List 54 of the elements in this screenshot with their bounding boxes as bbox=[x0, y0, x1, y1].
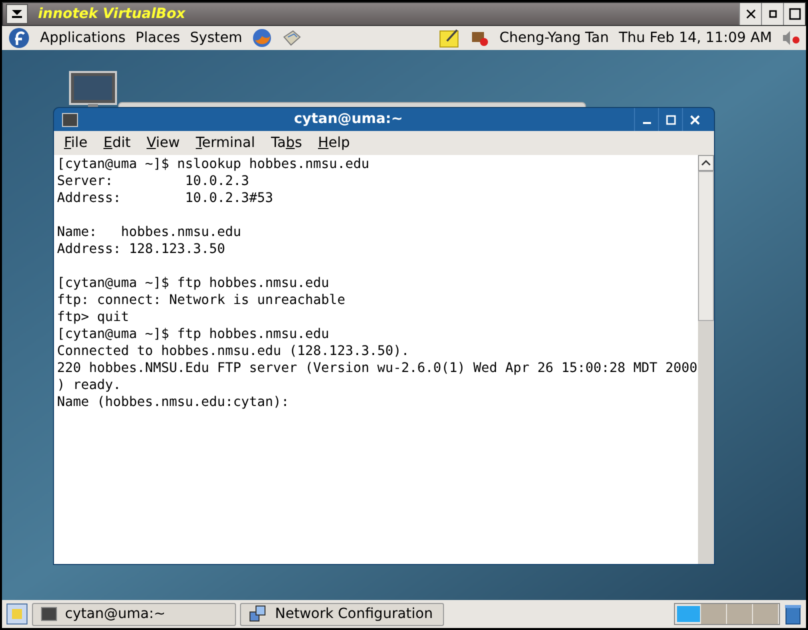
panel-menu[interactable]: Applications bbox=[40, 28, 126, 48]
close-icon bbox=[688, 114, 700, 126]
terminal-line: ftp: connect: Network is unreachable bbox=[57, 292, 346, 309]
caret-icon bbox=[12, 10, 22, 18]
computer-icon[interactable] bbox=[68, 70, 118, 110]
terminal-line: Connected to hobbes.nmsu.edu (128.123.3.50). bbox=[57, 343, 410, 360]
clock[interactable]: Thu Feb 14, 11:09 AM bbox=[618, 28, 772, 48]
scrollbar[interactable] bbox=[698, 155, 714, 564]
maximize-icon bbox=[788, 8, 800, 20]
task-button[interactable]: Network Configuration bbox=[240, 602, 444, 626]
terminal-line: Address: 10.0.2.3#53 bbox=[57, 190, 274, 207]
menu-item[interactable]: Terminal bbox=[196, 132, 255, 154]
close-icon bbox=[744, 8, 756, 20]
terminal-line: ) ready. bbox=[57, 377, 122, 394]
terminal-line: [cytan@uma ~]$ ftp hobbes.nmsu.edu bbox=[57, 275, 330, 292]
maximize-icon bbox=[664, 114, 676, 126]
trash-icon[interactable] bbox=[784, 603, 802, 625]
menu-item[interactable]: Help bbox=[318, 132, 350, 154]
network-icon bbox=[249, 605, 267, 623]
close-button[interactable] bbox=[739, 3, 761, 25]
terminal-line: Name (hobbes.nmsu.edu:cytan): bbox=[57, 394, 290, 411]
maximize-button[interactable] bbox=[783, 3, 805, 25]
minimize-icon bbox=[642, 122, 650, 124]
restore-icon bbox=[766, 8, 778, 20]
terminal-line: [cytan@uma ~]$ nslookup hobbes.nmsu.edu bbox=[57, 156, 370, 173]
package-alert-icon[interactable] bbox=[471, 29, 490, 47]
terminal-line: 220 hobbes.NMSU.Edu FTP server (Version wu-2.6.0(1) Wed Apr 26 15:00:28 MDT 2000 bbox=[57, 360, 698, 377]
menu-item[interactable]: View bbox=[146, 132, 180, 154]
scroll-thumb[interactable] bbox=[698, 171, 714, 321]
scroll-up-icon[interactable] bbox=[698, 155, 714, 171]
window-title: innotek VirtualBox bbox=[38, 4, 186, 24]
terminal-icon[interactable] bbox=[62, 112, 78, 126]
show-desktop-icon[interactable] bbox=[6, 603, 28, 625]
globe-icon[interactable] bbox=[252, 28, 272, 48]
terminal-icon bbox=[41, 607, 57, 621]
terminal-line: Name: hobbes.nmsu.edu bbox=[57, 224, 242, 241]
logo-icon[interactable] bbox=[8, 27, 30, 49]
user-name[interactable]: Cheng-Yang Tan bbox=[499, 28, 609, 48]
task-button[interactable]: cytan@uma:~ bbox=[32, 602, 236, 626]
menu-item[interactable]: Edit bbox=[103, 132, 131, 154]
terminal-line: [cytan@uma ~]$ ftp hobbes.nmsu.edu bbox=[57, 326, 330, 343]
mail-icon[interactable] bbox=[282, 29, 302, 47]
terminal-line: Server: 10.0.2.3 bbox=[57, 173, 250, 190]
notes-icon[interactable] bbox=[439, 28, 462, 48]
panel-menu[interactable]: Places bbox=[136, 28, 180, 48]
volume-muted-icon[interactable] bbox=[782, 29, 800, 47]
terminal-line: Address: 128.123.3.50 bbox=[57, 241, 226, 258]
window-title: cytan@uma:~ bbox=[294, 110, 403, 129]
menu-item[interactable]: File bbox=[64, 132, 88, 154]
panel-menu[interactable]: System bbox=[190, 28, 242, 48]
window-menu-button[interactable] bbox=[6, 4, 28, 24]
terminal-line: ftp> quit bbox=[57, 309, 130, 326]
menu-item[interactable]: Tabs bbox=[271, 132, 302, 154]
restore-button[interactable] bbox=[761, 3, 783, 25]
